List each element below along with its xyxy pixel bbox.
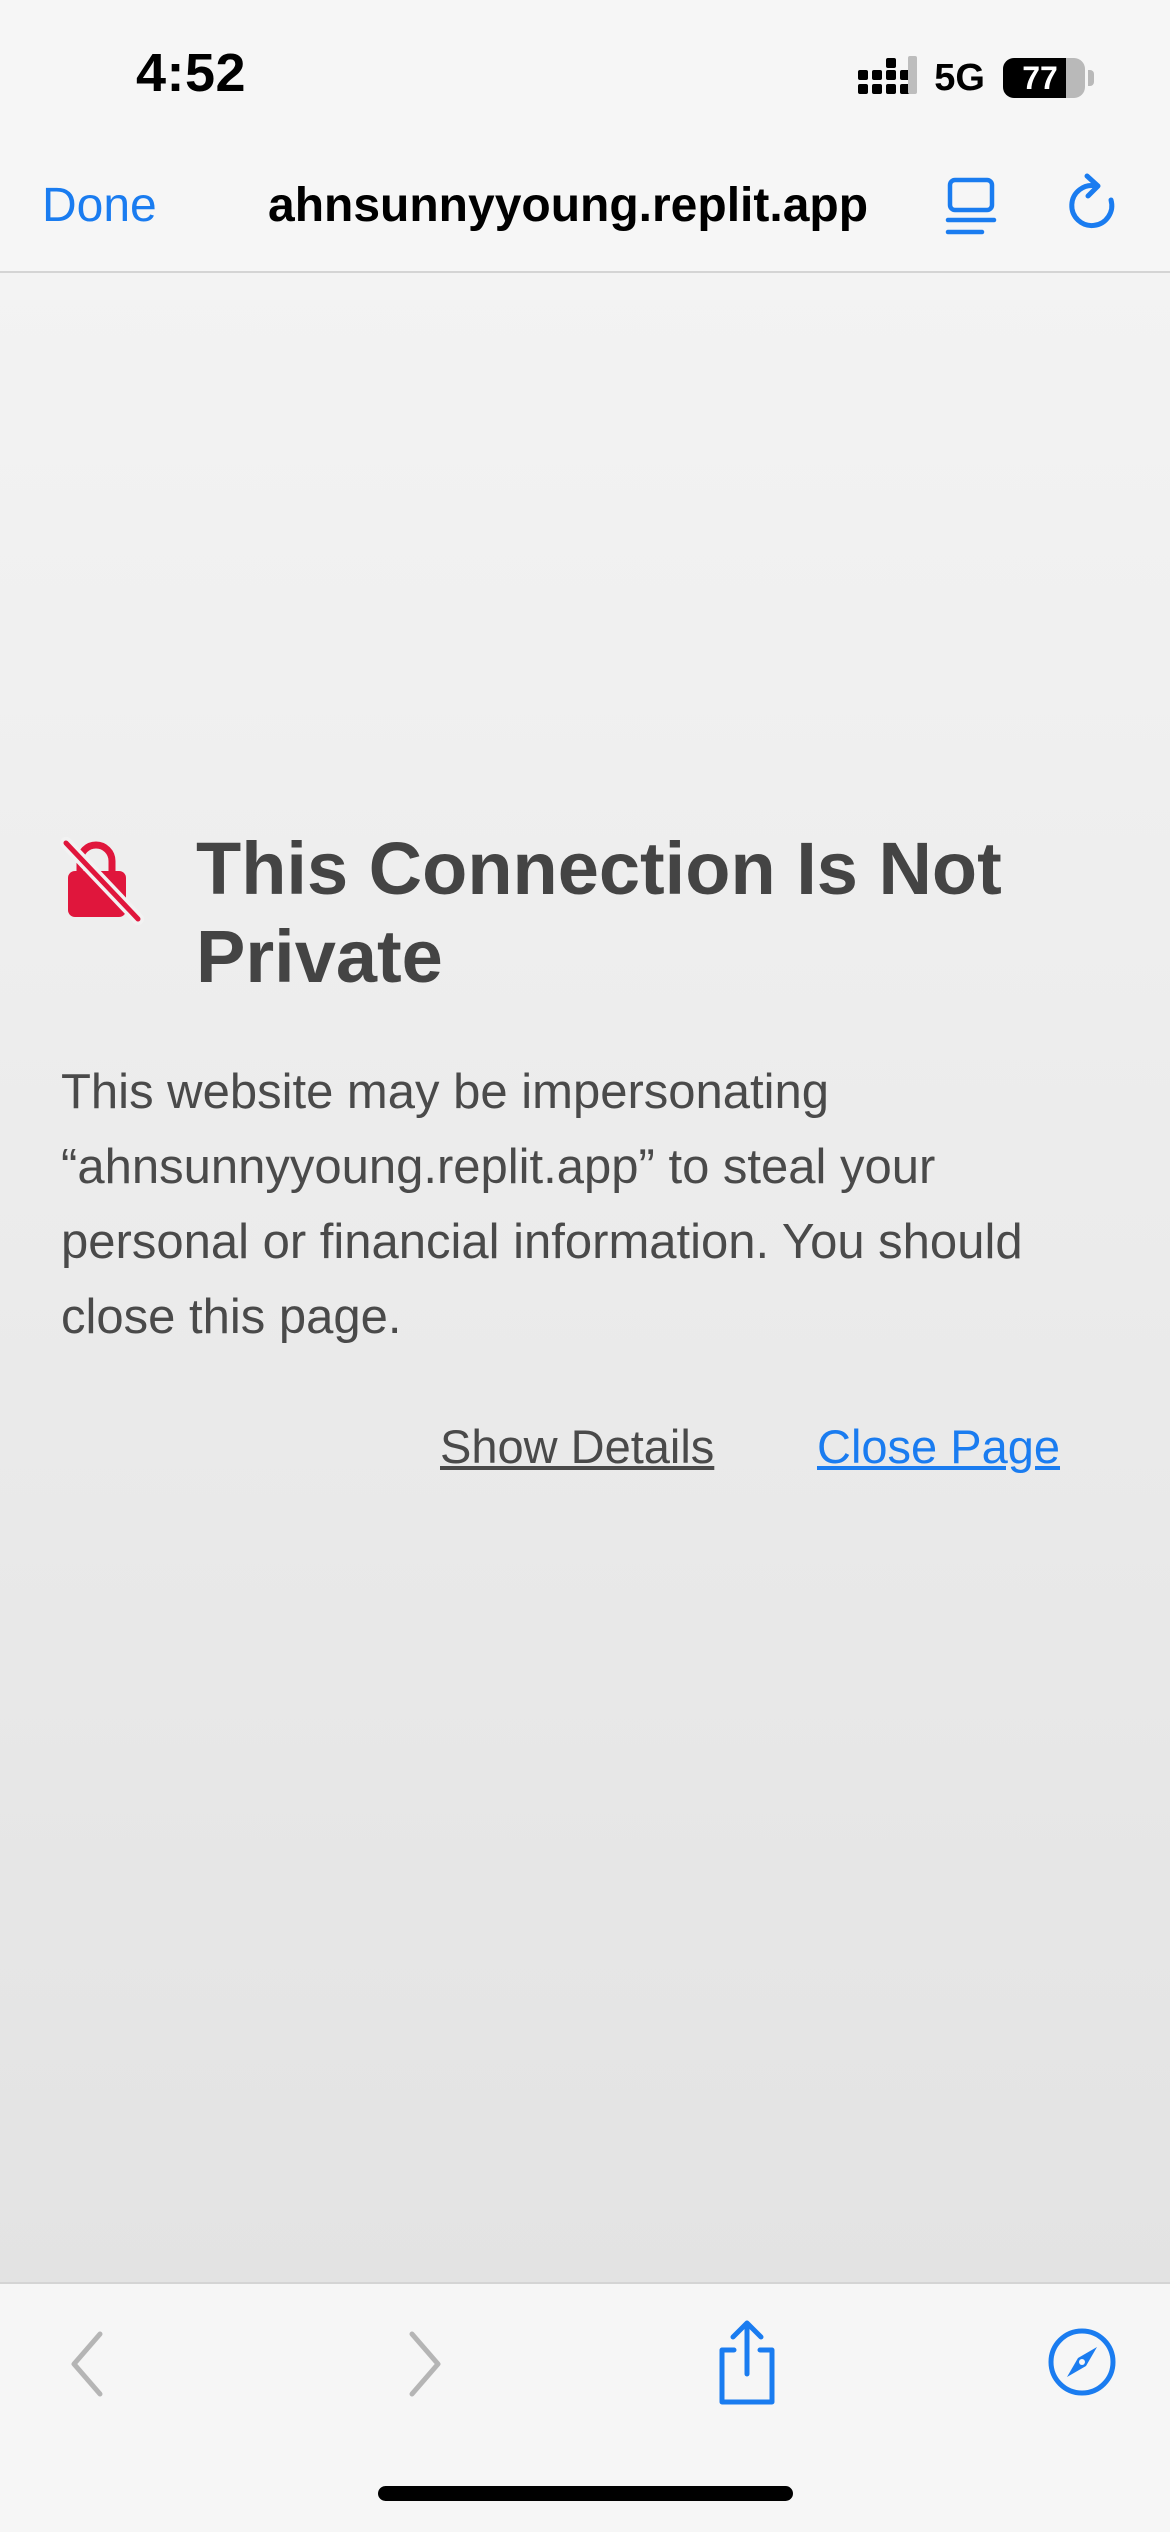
warning-title: This Connection Is Not Private bbox=[196, 827, 1002, 998]
show-details-link[interactable]: Show Details bbox=[440, 1419, 714, 1474]
reload-icon[interactable] bbox=[1060, 170, 1126, 240]
cellular-signal-icon bbox=[858, 56, 918, 94]
chevron-left-icon[interactable] bbox=[60, 2324, 116, 2404]
warning-message: This website may be impersonating “ahnsu… bbox=[61, 1065, 1023, 1344]
compass-icon[interactable] bbox=[1046, 2326, 1118, 2398]
reader-view-icon[interactable] bbox=[944, 170, 1004, 240]
error-page: This Connection Is Not Private This webs… bbox=[0, 273, 1170, 2282]
status-time: 4:52 bbox=[136, 43, 247, 103]
done-button[interactable]: Done bbox=[42, 140, 157, 271]
network-type: 5G bbox=[934, 56, 985, 99]
browser-nav-bar: Done ahnsunnyyoung.replit.app bbox=[0, 140, 1170, 273]
home-indicator[interactable] bbox=[378, 2486, 793, 2501]
status-indicators: 5G 77 bbox=[858, 54, 1094, 102]
status-bar: 4:52 5G 77 bbox=[0, 0, 1170, 140]
battery-percent: 77 bbox=[1022, 59, 1058, 96]
url-title: ahnsunnyyoung.replit.app bbox=[268, 179, 869, 232]
close-page-link[interactable]: Close Page bbox=[817, 1419, 1060, 1474]
battery-icon: 77 bbox=[1003, 58, 1085, 98]
share-icon[interactable] bbox=[712, 2318, 782, 2408]
chevron-right-icon[interactable] bbox=[396, 2324, 452, 2404]
battery-cap bbox=[1088, 70, 1094, 86]
lock-slash-icon bbox=[60, 837, 144, 925]
